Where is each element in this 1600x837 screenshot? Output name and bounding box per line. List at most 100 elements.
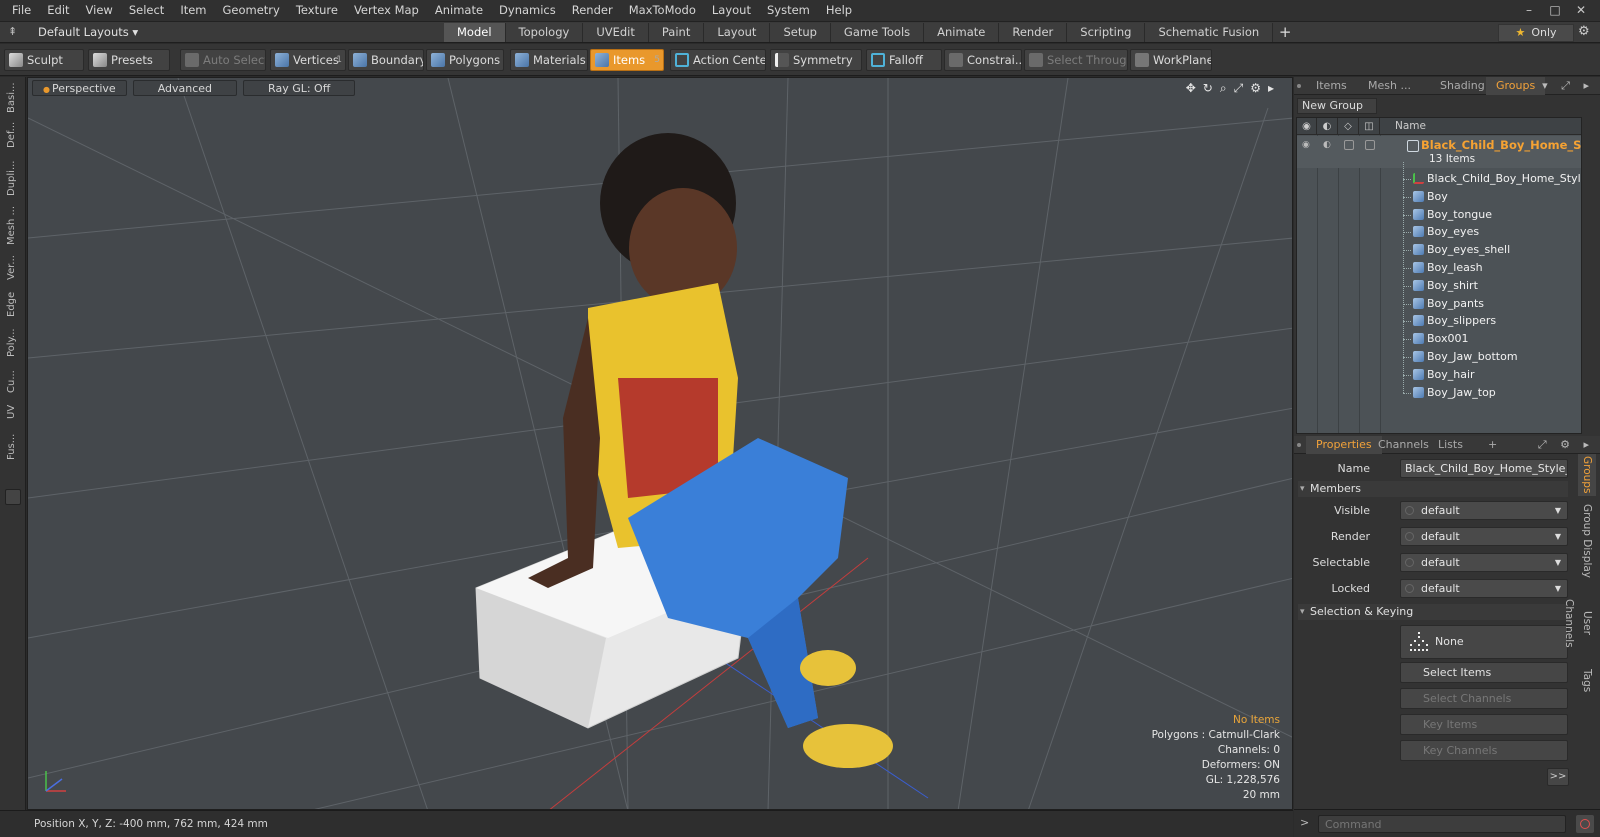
menu-view[interactable]: View [78,0,121,21]
menu-file[interactable]: File [4,0,39,21]
menu-texture[interactable]: Texture [288,0,346,21]
tab-mesh[interactable]: Mesh ... [1358,77,1421,95]
viewport-expand-icon[interactable]: ▸ [1268,81,1274,95]
menu-animate[interactable]: Animate [427,0,491,21]
sculpt-button[interactable]: Sculpt [4,49,84,71]
select-items-button[interactable]: Select Items [1400,662,1568,683]
more-button[interactable]: >> [1547,768,1569,786]
left-tab-mesh[interactable]: Mesh ... [3,203,21,247]
tab-uvedit[interactable]: UVEdit [583,23,649,42]
select-toggle-icon[interactable] [1344,140,1354,150]
list-item[interactable]: Boy_Jaw_top [1297,384,1581,402]
none-button[interactable]: None [1400,625,1568,659]
falloff-button[interactable]: Falloff [866,49,942,71]
viewport-gear-icon[interactable]: ⚙ [1250,81,1261,95]
rotate-icon[interactable]: ↻ [1203,81,1213,95]
vertices-button[interactable]: Vertices 1 [270,49,346,71]
side-tab-groups[interactable]: Groups [1578,454,1596,496]
side-tab-user-channels[interactable]: User Channels [1563,586,1596,660]
raygl-button[interactable]: Ray GL: Off [243,80,356,96]
group-name-field[interactable]: Black_Child_Boy_Home_Style_Sit [1400,459,1568,478]
lock-toggle-icon[interactable] [1365,140,1375,150]
menu-select[interactable]: Select [121,0,172,21]
key-items-button[interactable]: Key Items [1400,714,1568,735]
list-item[interactable]: Boy_eyes_shell [1297,241,1581,259]
render-toggle-icon[interactable]: ◐ [1323,140,1333,150]
layout-selector[interactable]: Default Layouts ▾ [30,24,146,41]
render-col-icon[interactable]: ◐ [1317,118,1338,135]
tab-setup[interactable]: Setup [770,23,831,42]
close-icon[interactable]: ✕ [1568,0,1594,21]
polygons-button[interactable]: Polygons [426,49,504,71]
menu-item[interactable]: Item [172,0,214,21]
items-button[interactable]: Items 5 [590,49,664,71]
side-tab-group-display[interactable]: Group Display [1578,502,1596,580]
selection-keying-section[interactable]: Selection & Keying [1298,604,1568,620]
select-through-button[interactable]: Select Through [1024,49,1128,71]
menu-layout[interactable]: Layout [704,0,759,21]
list-item[interactable]: Boy_pants [1297,295,1581,313]
materials-button[interactable]: Materials [510,49,588,71]
left-tab-curve[interactable]: Cu... [3,367,21,397]
zoom-icon[interactable]: ⌕ [1220,81,1227,95]
left-tab-duplicate[interactable]: Dupli... [3,157,21,199]
side-tab-tags[interactable]: Tags [1578,666,1596,696]
symmetry-button[interactable]: Symmetry [770,49,862,71]
menu-vertex-map[interactable]: Vertex Map [346,0,427,21]
record-macro-icon[interactable] [1576,815,1594,833]
only-button[interactable]: ★ Only [1498,24,1574,42]
list-item[interactable]: Boy_shirt [1297,277,1581,295]
tab-animate[interactable]: Animate [924,23,1000,42]
tab-model[interactable]: Model [444,23,506,42]
menu-system[interactable]: System [759,0,818,21]
minimize-icon[interactable]: – [1516,0,1542,21]
gear-icon[interactable]: ⚙ [1578,24,1590,39]
menu-geometry[interactable]: Geometry [215,0,288,21]
key-channels-button[interactable]: Key Channels [1400,740,1568,761]
list-item[interactable]: Boy_leash [1297,259,1581,277]
menu-maxtomodo[interactable]: MaxToModo [621,0,704,21]
tab-topology[interactable]: Topology [505,23,584,42]
members-section[interactable]: Members [1298,481,1568,497]
tab-paint[interactable]: Paint [648,23,705,42]
list-item[interactable]: Black_Child_Boy_Home_Styl... [1297,170,1581,188]
tab-groups[interactable]: Groups [1486,77,1546,95]
left-tab-fusion[interactable]: Fus... [3,427,21,467]
list-item[interactable]: Boy_eyes [1297,223,1581,241]
list-item[interactable]: Boy [1297,188,1581,206]
tab-scripting[interactable]: Scripting [1067,23,1146,42]
workplane-button[interactable]: WorkPlane [1130,49,1212,71]
selectable-dropdown[interactable]: default ▼ [1400,553,1568,572]
left-tab-edge[interactable]: Edge [3,289,21,319]
visibility-col-icon[interactable]: ◉ [1297,118,1317,135]
boundary-button[interactable]: Boundary [348,49,424,71]
visible-dropdown[interactable]: default ▼ [1400,501,1568,520]
fit-icon[interactable]: ⤢ [1234,81,1244,95]
command-input[interactable] [1318,815,1566,833]
eye-icon[interactable]: ◉ [1302,140,1312,150]
tab-shading[interactable]: Shading [1430,77,1495,95]
tab-render[interactable]: Render [999,23,1068,42]
lock-col-icon[interactable]: ◫ [1359,118,1380,135]
layout-collapse-icon[interactable]: ⇞ [8,25,17,38]
menu-edit[interactable]: Edit [39,0,77,21]
locked-dropdown[interactable]: default ▼ [1400,579,1568,598]
panel-options-icons[interactable]: ▾ ⤢ ▸ [1542,77,1594,95]
3d-viewport[interactable]: ● Perspective Advanced Ray GL: Off ✥ ↻ ⌕ … [27,77,1293,810]
tab-items[interactable]: Items [1306,77,1357,95]
viewport-advanced-button[interactable]: Advanced [132,80,238,96]
left-tab-deform[interactable]: Def... [3,117,21,153]
auto-select-button[interactable]: Auto Select [180,49,266,71]
left-tab-polygon[interactable]: Poly... [3,323,21,363]
list-item[interactable]: Boy_tongue [1297,206,1581,224]
select-channels-button[interactable]: Select Channels [1400,688,1568,709]
presets-button[interactable]: Presets [88,49,170,71]
tab-schematic-fusion[interactable]: Schematic Fusion [1145,23,1274,42]
left-tab-vertex[interactable]: Ver... [3,251,21,285]
add-tab-button[interactable]: + [1273,23,1297,42]
list-item[interactable]: Boy_hair [1297,366,1581,384]
viewport-mode-button[interactable]: ● Perspective [32,80,127,96]
menu-help[interactable]: Help [818,0,860,21]
command-history-icon[interactable]: > [1300,816,1309,829]
list-item[interactable]: Box001 [1297,330,1581,348]
